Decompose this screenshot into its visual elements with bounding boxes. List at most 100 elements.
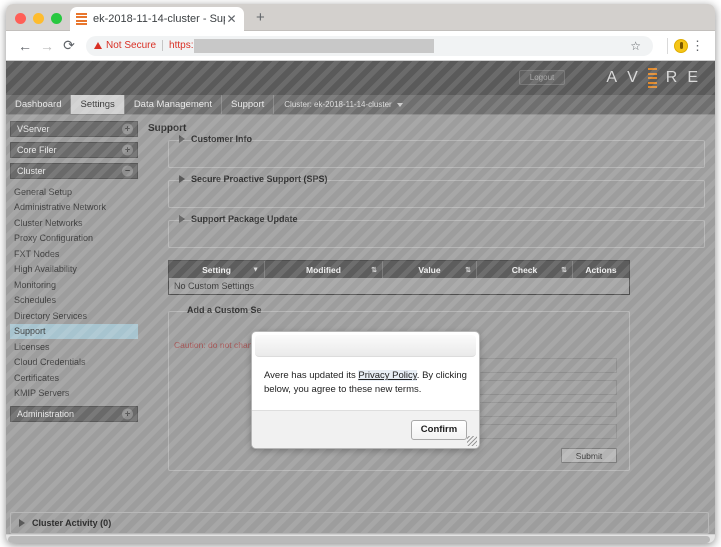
sort-icon[interactable]: ⇅ — [465, 266, 471, 274]
close-icon[interactable]: ✕ — [225, 13, 238, 25]
add-custom-setting-legend: Add a Custom Se — [183, 305, 266, 315]
minus-icon[interactable]: − — [122, 165, 133, 177]
plus-icon[interactable]: + — [122, 408, 133, 420]
accordion-label: Support Package Update — [191, 214, 298, 224]
confirm-button[interactable]: Confirm — [411, 419, 467, 440]
column-label: Value — [418, 264, 441, 275]
browser-tab[interactable]: ek-2018-11-14-cluster - Suppo ✕ — [70, 7, 244, 31]
window-traffic-lights — [15, 13, 62, 24]
sidebar-item-proxy-configuration[interactable]: Proxy Configuration — [10, 231, 138, 247]
maximize-window-button[interactable] — [51, 13, 62, 24]
sidebar-item-cloud-credentials[interactable]: Cloud Credentials — [10, 355, 138, 371]
triangle-right-icon — [179, 135, 185, 143]
url-scheme-label: https: — [169, 40, 194, 51]
tab-support[interactable]: Support — [221, 95, 275, 114]
modal-footer: Confirm — [252, 410, 479, 448]
favicon-icon — [76, 13, 87, 25]
reload-icon[interactable]: ⟳ — [58, 35, 80, 57]
sidebar-group-label: VServer — [17, 124, 50, 134]
sidebar-item-administrative-network[interactable]: Administrative Network — [10, 200, 138, 216]
address-bar[interactable]: Not Secure https: ☆ — [86, 35, 653, 56]
sidebar-group-core-filer[interactable]: Core Filer + — [10, 142, 138, 158]
arrow-right-icon[interactable]: → — [36, 35, 58, 57]
sidebar-group-vserver[interactable]: VServer + — [10, 121, 138, 137]
plus-icon[interactable]: + — [122, 144, 133, 156]
horizontal-scrollbar[interactable] — [6, 534, 715, 543]
cluster-selector-label: Cluster: ek-2018-11-14-cluster — [284, 100, 392, 109]
sidebar-item-kmip-servers[interactable]: KMIP Servers — [10, 386, 138, 402]
column-header-actions: Actions — [573, 261, 629, 278]
table-empty-message: No Custom Settings — [174, 281, 255, 291]
minimize-window-button[interactable] — [33, 13, 44, 24]
resize-grip-icon[interactable] — [467, 436, 477, 446]
star-icon[interactable]: ☆ — [630, 39, 645, 53]
logo-letter-v: V — [627, 69, 639, 86]
sort-desc-icon[interactable]: ▼ — [252, 266, 259, 273]
modal-text-before-link: Avere has updated its — [264, 370, 359, 381]
sidebar-item-monitoring[interactable]: Monitoring — [10, 277, 138, 293]
sidebar-group-label: Administration — [17, 409, 75, 419]
triangle-right-icon — [179, 175, 185, 183]
sidebar-group-label: Core Filer — [17, 145, 57, 155]
tab-data-management[interactable]: Data Management — [124, 95, 222, 114]
cluster-activity-bar[interactable]: Cluster Activity (0) — [10, 512, 709, 534]
table-empty-row: No Custom Settings — [169, 278, 629, 294]
sidebar-item-certificates[interactable]: Certificates — [10, 370, 138, 386]
app-nav-tabs: Dashboard Settings Data Management Suppo… — [6, 95, 715, 115]
accordion-customer-info[interactable]: Customer Info — [168, 134, 705, 168]
close-window-button[interactable] — [15, 13, 26, 24]
logout-button[interactable]: Logout — [519, 70, 565, 85]
plus-icon[interactable]: + — [256, 10, 265, 25]
logo-letter-r: R — [665, 69, 679, 86]
accordion-legend[interactable]: Secure Proactive Support (SPS) — [175, 174, 332, 184]
browser-tab-title: ek-2018-11-14-cluster - Suppo — [93, 13, 225, 25]
sidebar-item-support[interactable]: Support — [10, 323, 138, 339]
main-content: Support Customer Info Secure Proactive S… — [144, 115, 715, 543]
toolbar-divider — [667, 37, 668, 54]
column-header-modified[interactable]: Modified ⇅ — [265, 261, 383, 278]
kebab-menu-icon[interactable]: ⋮ — [688, 39, 707, 52]
privacy-policy-link[interactable]: Privacy Policy — [358, 370, 417, 381]
column-label: Modified — [306, 264, 341, 275]
accordion-secure-proactive-support[interactable]: Secure Proactive Support (SPS) — [168, 174, 705, 208]
modal-message: Avere has updated its Privacy Policy. By… — [252, 357, 479, 410]
accordion-legend[interactable]: Support Package Update — [175, 214, 302, 224]
modal-title-bar[interactable] — [255, 335, 476, 357]
sidebar-item-licenses[interactable]: Licenses — [10, 339, 138, 355]
sidebar-item-cluster-networks[interactable]: Cluster Networks — [10, 215, 138, 231]
sidebar: VServer + Core Filer + Cluster − General… — [6, 115, 144, 543]
triangle-right-icon — [19, 519, 25, 527]
column-header-setting[interactable]: Setting ▼ — [169, 261, 265, 278]
sidebar-item-directory-services[interactable]: Directory Services — [10, 308, 138, 324]
sidebar-item-fxt-nodes[interactable]: FXT Nodes — [10, 246, 138, 262]
logo-letter-e: E — [687, 69, 699, 86]
sort-icon[interactable]: ⇅ — [561, 266, 567, 274]
chevron-down-icon — [396, 102, 403, 107]
app-header: Logout A V R E — [6, 61, 715, 95]
submit-button[interactable]: Submit — [561, 448, 617, 463]
sort-icon[interactable]: ⇅ — [371, 266, 377, 274]
accordion-support-package-update[interactable]: Support Package Update — [168, 214, 705, 248]
arrow-left-icon[interactable]: ← — [14, 35, 36, 57]
omnibox-divider — [162, 40, 164, 51]
security-status-label: Not Secure — [106, 40, 157, 51]
sidebar-item-general-setup[interactable]: General Setup — [10, 184, 138, 200]
tab-settings[interactable]: Settings — [71, 95, 125, 114]
url-redacted-text[interactable] — [193, 38, 434, 53]
accordion-legend[interactable]: Customer Info — [175, 134, 257, 144]
profile-avatar-icon[interactable] — [674, 38, 688, 53]
avere-logo: A V R E — [606, 67, 699, 89]
browser-toolbar: ← → ⟳ Not Secure https: ☆ ⋮ — [6, 31, 715, 61]
cluster-selector[interactable]: Cluster: ek-2018-11-14-cluster — [274, 95, 412, 114]
column-label: Check — [511, 264, 538, 275]
column-label: Setting — [202, 264, 231, 275]
sidebar-group-administration[interactable]: Administration + — [10, 406, 138, 422]
plus-icon[interactable]: + — [122, 123, 133, 135]
warning-triangle-icon — [94, 42, 102, 49]
sidebar-item-schedules[interactable]: Schedules — [10, 293, 138, 309]
tab-dashboard[interactable]: Dashboard — [6, 95, 72, 114]
sidebar-item-high-availability[interactable]: High Availability — [10, 262, 138, 278]
column-header-value[interactable]: Value ⇅ — [383, 261, 477, 278]
column-header-check[interactable]: Check ⇅ — [477, 261, 573, 278]
sidebar-group-cluster[interactable]: Cluster − — [10, 163, 138, 179]
